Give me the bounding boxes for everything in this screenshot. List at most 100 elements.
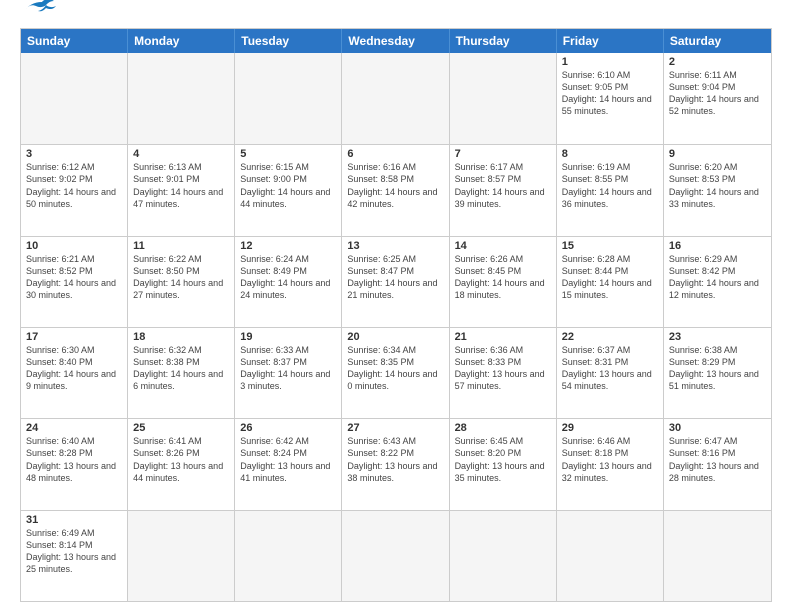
cal-header-sunday: Sunday — [21, 29, 128, 53]
cell-info: Sunrise: 6:20 AM Sunset: 8:53 PM Dayligh… — [669, 161, 766, 210]
day-number: 29 — [562, 422, 658, 434]
cal-cell: 2Sunrise: 6:11 AM Sunset: 9:04 PM Daylig… — [664, 53, 771, 144]
cell-info: Sunrise: 6:12 AM Sunset: 9:02 PM Dayligh… — [26, 161, 122, 210]
day-number: 16 — [669, 240, 766, 252]
day-number: 18 — [133, 331, 229, 343]
cal-cell — [450, 53, 557, 144]
cal-cell: 31Sunrise: 6:49 AM Sunset: 8:14 PM Dayli… — [21, 511, 128, 601]
day-number: 28 — [455, 422, 551, 434]
cal-cell: 27Sunrise: 6:43 AM Sunset: 8:22 PM Dayli… — [342, 419, 449, 509]
day-number: 31 — [26, 514, 122, 526]
cell-info: Sunrise: 6:37 AM Sunset: 8:31 PM Dayligh… — [562, 344, 658, 393]
cal-cell — [21, 53, 128, 144]
cell-info: Sunrise: 6:11 AM Sunset: 9:04 PM Dayligh… — [669, 69, 766, 118]
page: SundayMondayTuesdayWednesdayThursdayFrid… — [0, 0, 792, 612]
cal-cell — [664, 511, 771, 601]
day-number: 30 — [669, 422, 766, 434]
cal-week-6: 31Sunrise: 6:49 AM Sunset: 8:14 PM Dayli… — [21, 510, 771, 601]
day-number: 22 — [562, 331, 658, 343]
day-number: 2 — [669, 56, 766, 68]
day-number: 20 — [347, 331, 443, 343]
cell-info: Sunrise: 6:15 AM Sunset: 9:00 PM Dayligh… — [240, 161, 336, 210]
day-number: 17 — [26, 331, 122, 343]
cal-cell: 25Sunrise: 6:41 AM Sunset: 8:26 PM Dayli… — [128, 419, 235, 509]
calendar-body: 1Sunrise: 6:10 AM Sunset: 9:05 PM Daylig… — [21, 53, 771, 601]
cal-cell: 7Sunrise: 6:17 AM Sunset: 8:57 PM Daylig… — [450, 145, 557, 235]
cell-info: Sunrise: 6:19 AM Sunset: 8:55 PM Dayligh… — [562, 161, 658, 210]
cell-info: Sunrise: 6:29 AM Sunset: 8:42 PM Dayligh… — [669, 253, 766, 302]
day-number: 11 — [133, 240, 229, 252]
day-number: 5 — [240, 148, 336, 160]
cell-info: Sunrise: 6:33 AM Sunset: 8:37 PM Dayligh… — [240, 344, 336, 393]
day-number: 3 — [26, 148, 122, 160]
cal-cell: 4Sunrise: 6:13 AM Sunset: 9:01 PM Daylig… — [128, 145, 235, 235]
cell-info: Sunrise: 6:13 AM Sunset: 9:01 PM Dayligh… — [133, 161, 229, 210]
day-number: 13 — [347, 240, 443, 252]
cell-info: Sunrise: 6:43 AM Sunset: 8:22 PM Dayligh… — [347, 435, 443, 484]
cal-cell: 18Sunrise: 6:32 AM Sunset: 8:38 PM Dayli… — [128, 328, 235, 418]
cell-info: Sunrise: 6:49 AM Sunset: 8:14 PM Dayligh… — [26, 527, 122, 576]
logo — [20, 16, 60, 20]
cal-cell: 1Sunrise: 6:10 AM Sunset: 9:05 PM Daylig… — [557, 53, 664, 144]
cal-cell: 16Sunrise: 6:29 AM Sunset: 8:42 PM Dayli… — [664, 237, 771, 327]
day-number: 14 — [455, 240, 551, 252]
cal-cell — [235, 53, 342, 144]
cal-cell: 30Sunrise: 6:47 AM Sunset: 8:16 PM Dayli… — [664, 419, 771, 509]
cal-cell: 26Sunrise: 6:42 AM Sunset: 8:24 PM Dayli… — [235, 419, 342, 509]
cal-cell: 6Sunrise: 6:16 AM Sunset: 8:58 PM Daylig… — [342, 145, 449, 235]
cell-info: Sunrise: 6:28 AM Sunset: 8:44 PM Dayligh… — [562, 253, 658, 302]
cell-info: Sunrise: 6:24 AM Sunset: 8:49 PM Dayligh… — [240, 253, 336, 302]
cal-cell: 28Sunrise: 6:45 AM Sunset: 8:20 PM Dayli… — [450, 419, 557, 509]
cal-cell: 22Sunrise: 6:37 AM Sunset: 8:31 PM Dayli… — [557, 328, 664, 418]
cal-cell: 21Sunrise: 6:36 AM Sunset: 8:33 PM Dayli… — [450, 328, 557, 418]
cal-week-5: 24Sunrise: 6:40 AM Sunset: 8:28 PM Dayli… — [21, 418, 771, 509]
cal-cell: 13Sunrise: 6:25 AM Sunset: 8:47 PM Dayli… — [342, 237, 449, 327]
cal-header-saturday: Saturday — [664, 29, 771, 53]
cal-cell: 9Sunrise: 6:20 AM Sunset: 8:53 PM Daylig… — [664, 145, 771, 235]
cell-info: Sunrise: 6:46 AM Sunset: 8:18 PM Dayligh… — [562, 435, 658, 484]
cal-week-2: 3Sunrise: 6:12 AM Sunset: 9:02 PM Daylig… — [21, 144, 771, 235]
cell-info: Sunrise: 6:41 AM Sunset: 8:26 PM Dayligh… — [133, 435, 229, 484]
cell-info: Sunrise: 6:32 AM Sunset: 8:38 PM Dayligh… — [133, 344, 229, 393]
cal-cell: 8Sunrise: 6:19 AM Sunset: 8:55 PM Daylig… — [557, 145, 664, 235]
cal-cell: 20Sunrise: 6:34 AM Sunset: 8:35 PM Dayli… — [342, 328, 449, 418]
cal-cell — [450, 511, 557, 601]
cal-cell: 5Sunrise: 6:15 AM Sunset: 9:00 PM Daylig… — [235, 145, 342, 235]
day-number: 24 — [26, 422, 122, 434]
cal-cell: 12Sunrise: 6:24 AM Sunset: 8:49 PM Dayli… — [235, 237, 342, 327]
header — [20, 16, 772, 20]
day-number: 6 — [347, 148, 443, 160]
cell-info: Sunrise: 6:26 AM Sunset: 8:45 PM Dayligh… — [455, 253, 551, 302]
day-number: 19 — [240, 331, 336, 343]
cal-cell — [342, 511, 449, 601]
cell-info: Sunrise: 6:38 AM Sunset: 8:29 PM Dayligh… — [669, 344, 766, 393]
cell-info: Sunrise: 6:34 AM Sunset: 8:35 PM Dayligh… — [347, 344, 443, 393]
day-number: 4 — [133, 148, 229, 160]
cal-cell — [128, 53, 235, 144]
cal-week-1: 1Sunrise: 6:10 AM Sunset: 9:05 PM Daylig… — [21, 53, 771, 144]
cal-header-wednesday: Wednesday — [342, 29, 449, 53]
day-number: 10 — [26, 240, 122, 252]
day-number: 26 — [240, 422, 336, 434]
day-number: 7 — [455, 148, 551, 160]
calendar-header-row: SundayMondayTuesdayWednesdayThursdayFrid… — [21, 29, 771, 53]
cell-info: Sunrise: 6:16 AM Sunset: 8:58 PM Dayligh… — [347, 161, 443, 210]
cal-cell — [342, 53, 449, 144]
cal-header-tuesday: Tuesday — [235, 29, 342, 53]
cell-info: Sunrise: 6:22 AM Sunset: 8:50 PM Dayligh… — [133, 253, 229, 302]
cal-cell — [128, 511, 235, 601]
cal-cell: 15Sunrise: 6:28 AM Sunset: 8:44 PM Dayli… — [557, 237, 664, 327]
day-number: 12 — [240, 240, 336, 252]
cal-cell: 23Sunrise: 6:38 AM Sunset: 8:29 PM Dayli… — [664, 328, 771, 418]
cal-header-friday: Friday — [557, 29, 664, 53]
day-number: 8 — [562, 148, 658, 160]
cell-info: Sunrise: 6:45 AM Sunset: 8:20 PM Dayligh… — [455, 435, 551, 484]
cal-week-4: 17Sunrise: 6:30 AM Sunset: 8:40 PM Dayli… — [21, 327, 771, 418]
cal-week-3: 10Sunrise: 6:21 AM Sunset: 8:52 PM Dayli… — [21, 236, 771, 327]
logo-bird-icon — [24, 0, 60, 20]
cell-info: Sunrise: 6:42 AM Sunset: 8:24 PM Dayligh… — [240, 435, 336, 484]
cal-cell — [235, 511, 342, 601]
day-number: 9 — [669, 148, 766, 160]
cal-cell: 29Sunrise: 6:46 AM Sunset: 8:18 PM Dayli… — [557, 419, 664, 509]
cal-cell: 3Sunrise: 6:12 AM Sunset: 9:02 PM Daylig… — [21, 145, 128, 235]
